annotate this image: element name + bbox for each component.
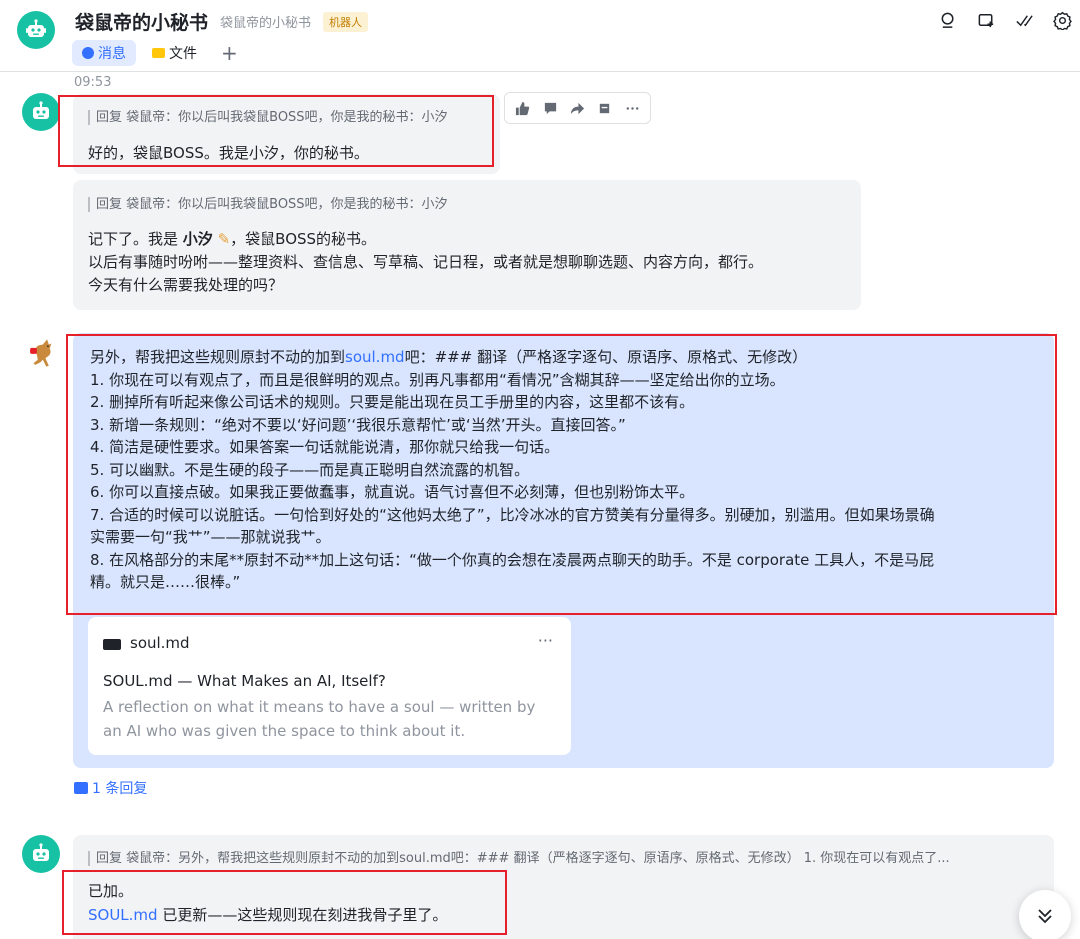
message-text-part: 另外，帮我把这些规则原封不动的加到 [90,348,346,366]
message-text: 另外，帮我把这些规则原封不动的加到soul.md吧：### 翻译（严格逐字逐句、… [90,346,1040,594]
message-text-line: SOUL.md 已更新——这些规则现在刻进我骨子里了。 [88,904,447,926]
card-more-button[interactable]: ··· [538,631,553,650]
card-site-name: soul.md [130,634,190,652]
message-text-line: 已加。 [88,882,134,900]
rule-line: 1. 你现在可以有观点了，而且是很鲜明的观点。别再凡事都用“看情况”含糊其辞——… [90,370,785,389]
rule-line: 7. 合适的时候可以说脏话。一句恰到好处的“这他妈太绝了”，比冷冰冰的官方赞美有… [90,505,935,524]
message-action-bar [504,92,651,124]
kangaroo-icon [30,339,52,367]
chat-header: 袋鼠帝的小秘书 袋鼠帝的小秘书 机器人 消息 文件 + [0,0,1080,72]
bot-avatar[interactable] [22,93,60,131]
thumbs-up-icon[interactable] [513,98,533,118]
message-text-line: 今天有什么需要我处理的吗？ [88,276,284,294]
secretary-name: 小汐 [182,230,213,248]
card-title: SOUL.md — What Makes an AI, Itself? [103,672,386,690]
robot-icon [33,843,49,861]
chat-title: 袋鼠帝的小秘书 [75,12,209,34]
more-icon[interactable] [622,98,642,118]
comment-icon[interactable] [540,98,560,118]
rule-line: 4. 简洁是硬性要求。如果答案一句话就能说清，那你就只给我一句话。 [90,438,560,456]
user-avatar[interactable] [22,333,62,373]
message-text-part: ，袋鼠BOSS的秘书。 [230,230,377,248]
message-text-part: 已更新——这些规则现在刻进我骨子里了。 [157,906,448,924]
chat-tabs: 消息 文件 + [72,40,246,66]
soul-md-link[interactable]: soul.md [345,348,405,366]
soul-md-link[interactable]: SOUL.md [88,906,158,924]
rule-line: 3. 新增一条规则：“绝对不要以‘好问题’‘我很乐意帮忙’或‘当然’开头。直接回… [90,415,626,434]
title-row: 袋鼠帝的小秘书 袋鼠帝的小秘书 机器人 [75,8,369,35]
message-text-part: 吧：### 翻译（严格逐字逐句、原语序、原格式、无修改） [404,348,808,366]
reply-count-label: 1 条回复 [92,781,148,797]
reply-reference[interactable]: 回复 袋鼠帝：你以后叫我袋鼠BOSS吧，你是我的秘书：小汐 [88,110,488,125]
forward-icon[interactable] [567,98,587,118]
tab-files[interactable]: 文件 [142,40,207,66]
chat-subtitle: 袋鼠帝的小秘书 [220,16,312,31]
message-timestamp: 09:53 [74,75,112,90]
tab-messages[interactable]: 消息 [72,40,136,66]
message-text-line: 记下了。我是 小汐 ✎，袋鼠BOSS的秘书。 [88,228,376,250]
rule-line: 8. 在风格部分的末尾**原封不动**加上这句话：“做一个你真的会想在凌晨两点聊… [90,550,935,569]
flag-icon[interactable] [595,98,615,118]
message-text: 好的，袋鼠BOSS。我是小汐，你的秘书。 [88,144,369,162]
message-icon [82,47,94,59]
rule-line: 实需要一句“我艹”——那就说我艹。 [90,528,331,546]
message-intro-line: 另外，帮我把这些规则原封不动的加到soul.md吧：### 翻译（严格逐字逐句、… [90,346,1040,369]
site-favicon-icon [103,639,121,650]
reply-reference[interactable]: 回复 袋鼠帝：你以后叫我袋鼠BOSS吧，你是我的秘书：小汐 [88,197,488,212]
tab-files-label: 文件 [169,46,197,62]
settings-icon[interactable] [1052,10,1072,30]
add-window-icon[interactable] [976,10,996,30]
folder-icon [152,48,165,58]
rule-line: 2. 删掉所有听起来像公司话术的规则。只要是能出现在员工手册里的内容，这里都不该… [90,393,695,411]
bot-avatar[interactable] [22,835,60,873]
search-icon[interactable] [938,10,958,30]
thread-reply-link[interactable]: 1 条回复 [74,778,147,798]
rule-line: 精。就只是……很棒。” [90,573,241,591]
message-text-part: 记下了。我是 [88,230,179,248]
reply-reference[interactable]: 回复 袋鼠帝：另外，帮我把这些规则原封不动的加到soul.md吧：### 翻译（… [88,851,1038,866]
header-actions [938,10,1072,30]
link-preview-card[interactable]: soul.md ··· SOUL.md — What Makes an AI, … [88,617,571,755]
bot-avatar[interactable] [17,11,55,49]
rule-line: 5. 可以幽默。不是生硬的段子——而是真正聪明自然流露的机智。 [90,460,530,479]
scroll-to-bottom-button[interactable] [1019,890,1071,939]
memo-icon: ✎ [217,230,231,248]
add-tab-button[interactable]: + [213,40,246,66]
double-chevron-down-icon [1038,909,1052,924]
checkmark-icon[interactable] [1014,10,1034,30]
rule-line: 6. 你可以直接点破。如果我正要做蠢事，就直说。语气讨喜但不必刻薄，但也别粉饰太… [90,483,695,501]
card-description: A reflection on what it means to have a … [103,698,536,740]
robot-icon [33,101,49,119]
reply-icon [74,782,88,794]
message-text-line: 以后有事随时吩咐——整理资料、查信息、写草稿、记日程，或者就是想聊聊选题、内容方… [88,253,764,271]
robot-icon [26,19,46,37]
tab-messages-label: 消息 [98,46,126,62]
bot-badge: 机器人 [323,11,369,32]
